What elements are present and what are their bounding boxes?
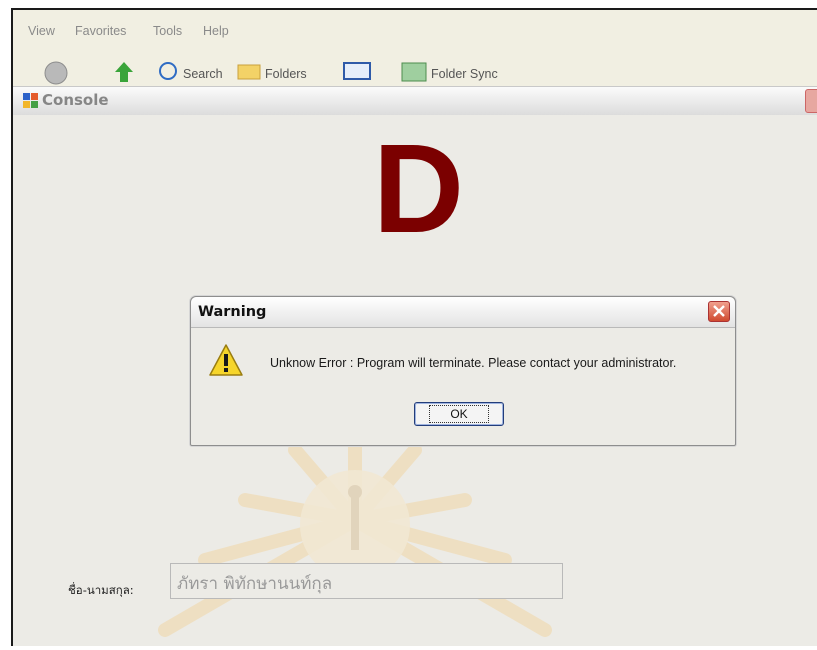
- menu-bar: View Favorites Tools Help: [13, 10, 817, 50]
- console-title-bar: Console: [13, 86, 817, 116]
- back-arrow-icon[interactable]: [43, 60, 69, 86]
- toolbar-search-label[interactable]: Search: [183, 67, 223, 81]
- ok-button[interactable]: OK: [414, 402, 504, 426]
- console-close-button[interactable]: [805, 89, 817, 113]
- dialog-title: Warning: [198, 304, 267, 320]
- dialog-close-button[interactable]: [708, 301, 730, 322]
- toolbar-folders-label[interactable]: Folders: [265, 67, 307, 81]
- app-window-icon: [23, 93, 39, 113]
- warning-icon: [208, 343, 244, 381]
- status-letter: D: [373, 118, 464, 259]
- menu-favorites[interactable]: Favorites: [75, 24, 126, 38]
- menu-help[interactable]: Help: [203, 24, 229, 38]
- menu-tools[interactable]: Tools: [153, 24, 182, 38]
- folders-icon[interactable]: [237, 60, 261, 84]
- name-input[interactable]: ภัทรา พิทักษานนท์กุล: [170, 563, 563, 599]
- up-folder-icon[interactable]: [113, 60, 135, 86]
- views-icon[interactable]: [343, 60, 371, 84]
- dialog-message: Unknow Error : Program will terminate. P…: [270, 356, 677, 370]
- dialog-title-bar: Warning: [191, 297, 735, 328]
- ok-button-label: OK: [429, 405, 489, 423]
- folder-sync-icon[interactable]: [401, 60, 427, 86]
- warning-dialog: Warning Unknow Error : Program will term…: [190, 296, 736, 446]
- close-icon: [713, 305, 725, 317]
- name-field-label: ชื่อ-นามสกุล:: [68, 583, 134, 597]
- search-icon[interactable]: [158, 60, 180, 86]
- toolbar: Search Folders Folder Sync: [13, 50, 817, 86]
- university-seal-watermark: [145, 423, 565, 650]
- console-title: Console: [42, 91, 109, 109]
- toolbar-folder-sync-label[interactable]: Folder Sync: [431, 67, 498, 81]
- menu-view[interactable]: View: [28, 24, 55, 38]
